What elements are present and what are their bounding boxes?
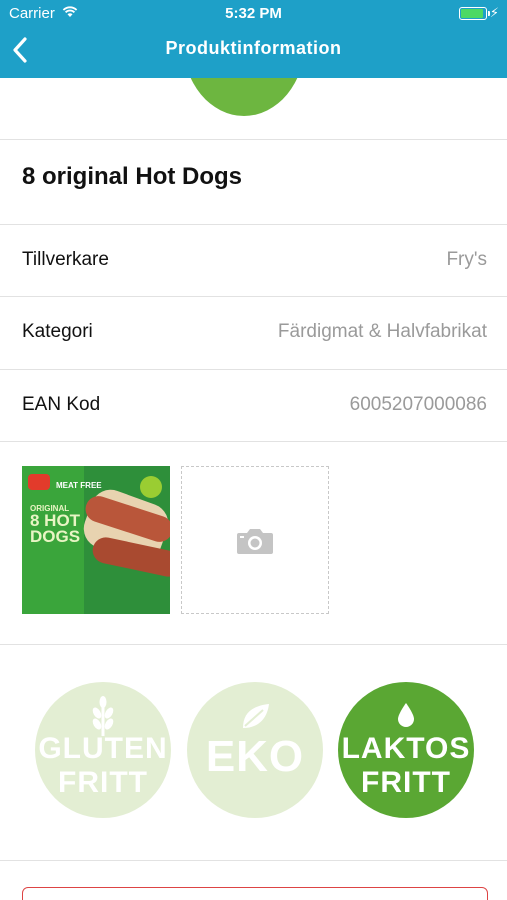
camera-icon <box>237 529 273 554</box>
package-title: ORIGINAL 8 HOT DOGS <box>30 504 80 545</box>
package-text: MEAT FREE <box>56 481 102 490</box>
product-image-area <box>0 78 507 140</box>
product-photo[interactable]: MEAT FREE ORIGINAL 8 HOT DOGS <box>22 466 170 614</box>
info-row-category: Kategori Färdigmat & Halvfabrikat <box>0 297 507 369</box>
info-label: Tillverkare <box>22 249 109 270</box>
badge-line2: FRITT <box>361 766 451 799</box>
info-label: EAN Kod <box>22 394 101 415</box>
status-time: 5:32 PM <box>225 5 282 22</box>
badge-line1: LAKTOS <box>341 732 471 765</box>
badge-line1: EKO <box>205 732 305 781</box>
badge-gluten-free[interactable]: GLUTEN FRITT <box>35 682 171 818</box>
product-name: 8 original Hot Dogs <box>22 163 243 190</box>
package-line2: DOGS <box>30 527 81 546</box>
info-value: 6005207000086 <box>349 394 487 415</box>
navigation-header: Carrier 5:32 PM ⚡ Produktinformation <box>0 0 507 78</box>
status-bar: Carrier 5:32 PM ⚡ <box>0 0 507 28</box>
charging-icon: ⚡ <box>489 5 499 20</box>
add-photo-button[interactable] <box>181 466 329 614</box>
info-row-manufacturer: Tillverkare Fry's <box>0 225 507 297</box>
info-label: Kategori <box>22 321 93 342</box>
report-button[interactable] <box>22 887 488 900</box>
info-value: Fry's <box>446 249 487 270</box>
badge-lactose-free[interactable]: LAKTOS FRITT <box>338 682 474 818</box>
info-value: Färdigmat & Halvfabrikat <box>277 321 487 342</box>
package-seal <box>140 476 162 498</box>
divider <box>0 860 507 861</box>
badge-line1: GLUTEN <box>38 732 168 765</box>
divider <box>0 441 507 442</box>
page-title: Produktinformation <box>165 38 342 58</box>
leaf-icon <box>243 704 269 728</box>
battery-icon <box>459 7 490 20</box>
wheat-icon <box>92 696 114 736</box>
divider <box>0 644 507 645</box>
brand-logo <box>28 474 50 490</box>
product-image[interactable] <box>183 78 305 116</box>
drop-icon <box>398 703 414 727</box>
badge-line2: FRITT <box>58 766 148 799</box>
badge-eko[interactable]: EKO <box>187 682 323 818</box>
divider <box>0 139 507 140</box>
info-row-ean: EAN Kod 6005207000086 <box>0 370 507 442</box>
